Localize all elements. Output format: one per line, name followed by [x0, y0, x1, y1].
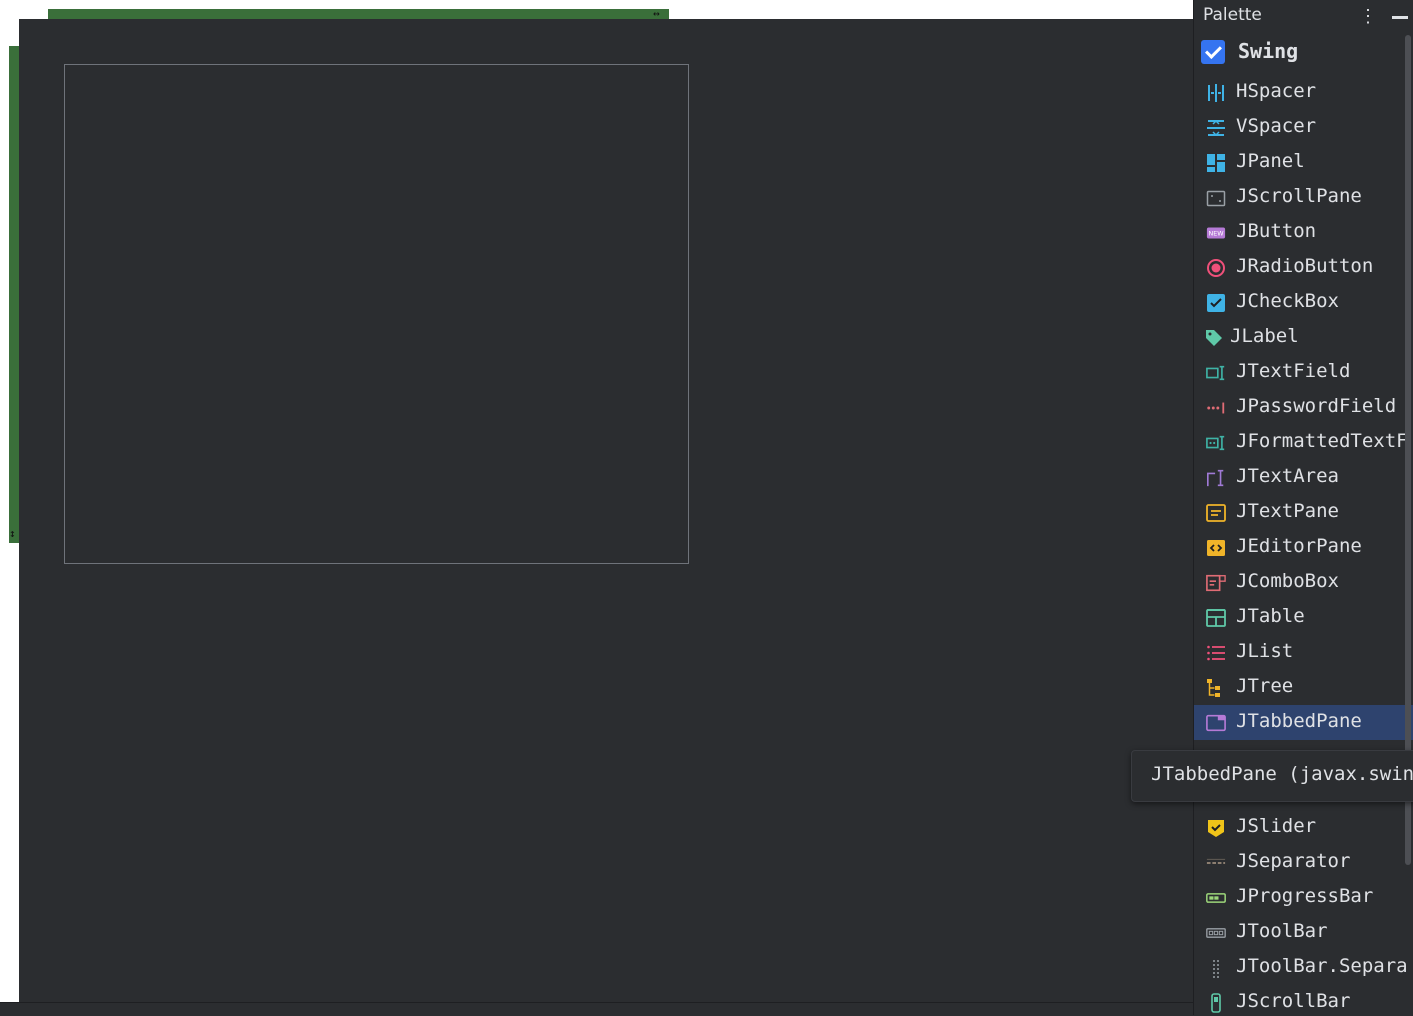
vspacer-icon: [1206, 118, 1226, 138]
toolbar-icon: [1206, 923, 1226, 943]
palette-item-label: JToolBar: [1236, 920, 1328, 942]
combobox-icon: [1206, 573, 1226, 593]
palette-item-jtoolbar[interactable]: JToolBar: [1194, 915, 1402, 950]
palette-item-jeditorpane[interactable]: JEditorPane: [1194, 530, 1402, 565]
panel-icon: [1206, 153, 1226, 173]
palette-header: Palette ⋮: [1194, 0, 1413, 30]
palette-item-label: JTabbedPane: [1236, 710, 1362, 732]
palette-item-label: JCheckBox: [1236, 290, 1339, 312]
palette-item-list: HSpacer VSpacer JPanel JScrollPane NEW JButto…: [1194, 75, 1413, 1015]
group-label: Swing: [1238, 39, 1299, 63]
tree-icon: [1206, 678, 1226, 698]
form-panel[interactable]: [64, 64, 689, 564]
palette-item-jscrollpane[interactable]: JScrollPane: [1194, 180, 1402, 215]
separator-icon: [1206, 853, 1226, 873]
minimize-icon[interactable]: [1392, 16, 1408, 19]
slider-icon: [1206, 818, 1226, 838]
progressbar-icon: [1206, 888, 1226, 908]
vertical-resize-handle-icon[interactable]: ↕: [9, 528, 16, 540]
palette-item-jscrollbar[interactable]: JScrollBar: [1194, 985, 1402, 1015]
hspacer-icon: [1206, 83, 1226, 103]
palette-item-jlabel[interactable]: JLabel: [1194, 320, 1402, 355]
palette-item-label: JTextPane: [1236, 500, 1339, 522]
palette-item-label: JPanel: [1236, 150, 1305, 172]
palette-item-jprogressbar[interactable]: JProgressBar: [1194, 880, 1402, 915]
palette-item-jtextfield[interactable]: JTextField: [1194, 355, 1402, 390]
toolbar-separator-icon: [1206, 958, 1226, 978]
textpane-icon: [1206, 503, 1226, 523]
palette-item-label: JList: [1236, 640, 1294, 662]
palette-item-jcombobox[interactable]: JComboBox: [1194, 565, 1402, 600]
palette-item-jslider[interactable]: JSlider: [1194, 810, 1402, 845]
palette-group-swing[interactable]: Swing: [1194, 36, 1413, 70]
palette-item-jformattedtextf[interactable]: JFormattedTextF: [1194, 425, 1408, 460]
palette-item-label: JSlider: [1236, 815, 1317, 837]
palette-item-label: JComboBox: [1236, 570, 1339, 592]
palette-item-label: HSpacer: [1236, 80, 1317, 102]
label-tag-icon: [1204, 328, 1224, 348]
palette-item-jtable[interactable]: JTable: [1194, 600, 1402, 635]
palette-item-label: VSpacer: [1236, 115, 1317, 137]
palette-item-jradiobutton[interactable]: JRadioButton: [1194, 250, 1402, 285]
palette-item-label: JButton: [1236, 220, 1317, 242]
palette-item-jseparator[interactable]: JSeparator: [1194, 845, 1402, 880]
palette-item-label: JSeparator: [1236, 850, 1351, 872]
list-icon: [1206, 643, 1226, 663]
button-icon: NEW: [1206, 223, 1226, 243]
palette-item-label: JTextArea: [1236, 465, 1339, 487]
palette-item-jlist[interactable]: JList: [1194, 635, 1402, 670]
palette-scrollbar[interactable]: [1405, 35, 1411, 865]
palette-item-label: JPasswordField: [1236, 395, 1397, 417]
svg-text:NEW: NEW: [1208, 231, 1224, 238]
palette-item-label: JTree: [1236, 675, 1294, 697]
more-options-icon[interactable]: ⋮: [1359, 8, 1377, 26]
palette-item-jtree[interactable]: JTree: [1194, 670, 1402, 705]
palette-item-jbutton[interactable]: NEW JButton: [1194, 215, 1402, 250]
tooltip-text: JTabbedPane (javax.swing): [1151, 763, 1413, 785]
palette-item-hspacer[interactable]: HSpacer: [1194, 75, 1402, 110]
palette-item-label: JRadioButton: [1236, 255, 1374, 277]
palette-item-jtextpane[interactable]: JTextPane: [1194, 495, 1402, 530]
group-checkbox[interactable]: [1201, 40, 1225, 64]
palette-panel: Palette ⋮ Swing HSpacer VSpacer JPanel JScr…: [1193, 0, 1413, 1015]
editorpane-icon: [1206, 538, 1226, 558]
palette-item-label: JFormattedTextF: [1236, 430, 1408, 452]
formatted-textfield-icon: [1206, 433, 1226, 453]
component-tooltip: JTabbedPane (javax.swing): [1131, 750, 1413, 802]
textfield-icon: [1206, 363, 1226, 383]
palette-item-label: JTable: [1236, 605, 1305, 627]
checkbox-icon: [1206, 293, 1226, 313]
palette-item-label: JTextField: [1236, 360, 1351, 382]
palette-item-jcheckbox[interactable]: JCheckBox: [1194, 285, 1402, 320]
table-icon: [1206, 608, 1226, 628]
palette-item-vspacer[interactable]: VSpacer: [1194, 110, 1402, 145]
password-field-icon: [1206, 398, 1226, 418]
palette-item-jpasswordfield[interactable]: JPasswordField: [1194, 390, 1402, 425]
textarea-icon: [1206, 468, 1226, 488]
palette-item-jtoolbar-separa[interactable]: JToolBar.Separa: [1194, 950, 1408, 985]
scrollpane-icon: [1206, 188, 1226, 208]
palette-item-label: JToolBar.Separa: [1236, 955, 1408, 977]
palette-item-label: JProgressBar: [1236, 885, 1374, 907]
palette-item-label: JScrollPane: [1236, 185, 1362, 207]
scrollbar-icon: [1206, 993, 1226, 1013]
palette-item-label: JScrollBar: [1236, 990, 1351, 1012]
palette-item-jpanel[interactable]: JPanel: [1194, 145, 1402, 180]
tabbedpane-icon: [1206, 713, 1226, 733]
palette-item-label: JLabel: [1230, 325, 1299, 347]
palette-item-jtabbedpane[interactable]: JTabbedPane: [1194, 705, 1413, 740]
designer-canvas[interactable]: [19, 19, 1194, 1002]
palette-title: Palette: [1203, 5, 1262, 25]
palette-item-label: JEditorPane: [1236, 535, 1362, 557]
palette-item-jtextarea[interactable]: JTextArea: [1194, 460, 1402, 495]
radio-button-icon: [1206, 258, 1226, 278]
